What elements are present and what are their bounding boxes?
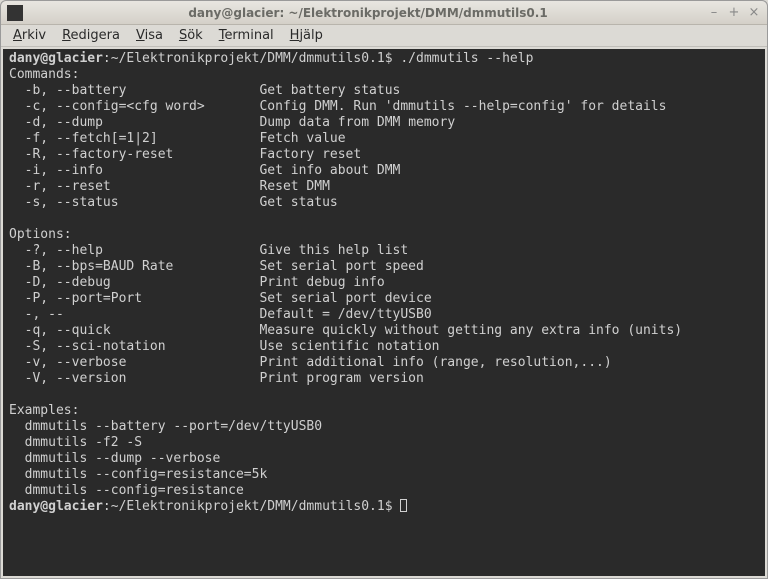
maximize-button[interactable]: +: [727, 6, 741, 20]
minimize-button[interactable]: –: [707, 6, 721, 20]
help-row: -D, --debug Print debug info: [9, 275, 385, 290]
help-row: -q, --quick Measure quickly without gett…: [9, 323, 682, 338]
close-button[interactable]: ×: [747, 6, 761, 20]
help-row: -R, --factory-reset Factory reset: [9, 147, 361, 162]
menu-visa[interactable]: Visa: [130, 26, 169, 45]
section-options-header: Options:: [9, 227, 72, 242]
help-row: -r, --reset Reset DMM: [9, 179, 330, 194]
menu-redigera[interactable]: Redigera: [56, 26, 126, 45]
help-row: -i, --info Get info about DMM: [9, 163, 400, 178]
prompt-user: dany@glacier: [9, 51, 103, 66]
cursor: [400, 499, 407, 512]
terminal-window: dany@glacier: ~/Elektronikprojekt/DMM/dm…: [0, 0, 768, 579]
titlebar[interactable]: dany@glacier: ~/Elektronikprojekt/DMM/dm…: [1, 1, 767, 25]
section-commands-header: Commands:: [9, 67, 79, 82]
section-examples-header: Examples:: [9, 403, 79, 418]
example-row: dmmutils -f2 -S: [9, 435, 142, 450]
help-row: -s, --status Get status: [9, 195, 338, 210]
example-row: dmmutils --config=resistance: [9, 483, 244, 498]
menubar: Arkiv Redigera Visa Sök Terminal Hjälp: [1, 25, 767, 47]
prompt-user: dany@glacier: [9, 499, 103, 514]
help-row: -b, --battery Get battery status: [9, 83, 400, 98]
help-row: -V, --version Print program version: [9, 371, 424, 386]
menu-sok[interactable]: Sök: [173, 26, 209, 45]
window-title: dany@glacier: ~/Elektronikprojekt/DMM/dm…: [29, 6, 707, 20]
terminal-app-icon: [7, 5, 23, 21]
menu-arkiv[interactable]: Arkiv: [7, 26, 52, 45]
help-row: -d, --dump Dump data from DMM memory: [9, 115, 455, 130]
terminal-output[interactable]: dany@glacier:~/Elektronikprojekt/DMM/dmm…: [3, 49, 765, 576]
prompt-path: ~/Elektronikprojekt/DMM/dmmutils0.1: [111, 51, 385, 66]
prompt-path: ~/Elektronikprojekt/DMM/dmmutils0.1: [111, 499, 385, 514]
help-row: -c, --config=<cfg word> Config DMM. Run …: [9, 99, 666, 114]
menu-terminal[interactable]: Terminal: [213, 26, 280, 45]
help-row: -P, --port=Port Set serial port device: [9, 291, 432, 306]
help-row: -?, --help Give this help list: [9, 243, 408, 258]
example-row: dmmutils --battery --port=/dev/ttyUSB0: [9, 419, 322, 434]
help-row: -S, --sci-notation Use scientific notati…: [9, 339, 439, 354]
help-row: -v, --verbose Print additional info (ran…: [9, 355, 612, 370]
example-row: dmmutils --config=resistance=5k: [9, 467, 267, 482]
menu-hjalp[interactable]: Hjälp: [284, 26, 329, 45]
help-row: -B, --bps=BAUD Rate Set serial port spee…: [9, 259, 424, 274]
command-entered: ./dmmutils --help: [400, 51, 533, 66]
help-row: -, -- Default = /dev/ttyUSB0: [9, 307, 432, 322]
example-row: dmmutils --dump --verbose: [9, 451, 220, 466]
help-row: -f, --fetch[=1|2] Fetch value: [9, 131, 346, 146]
